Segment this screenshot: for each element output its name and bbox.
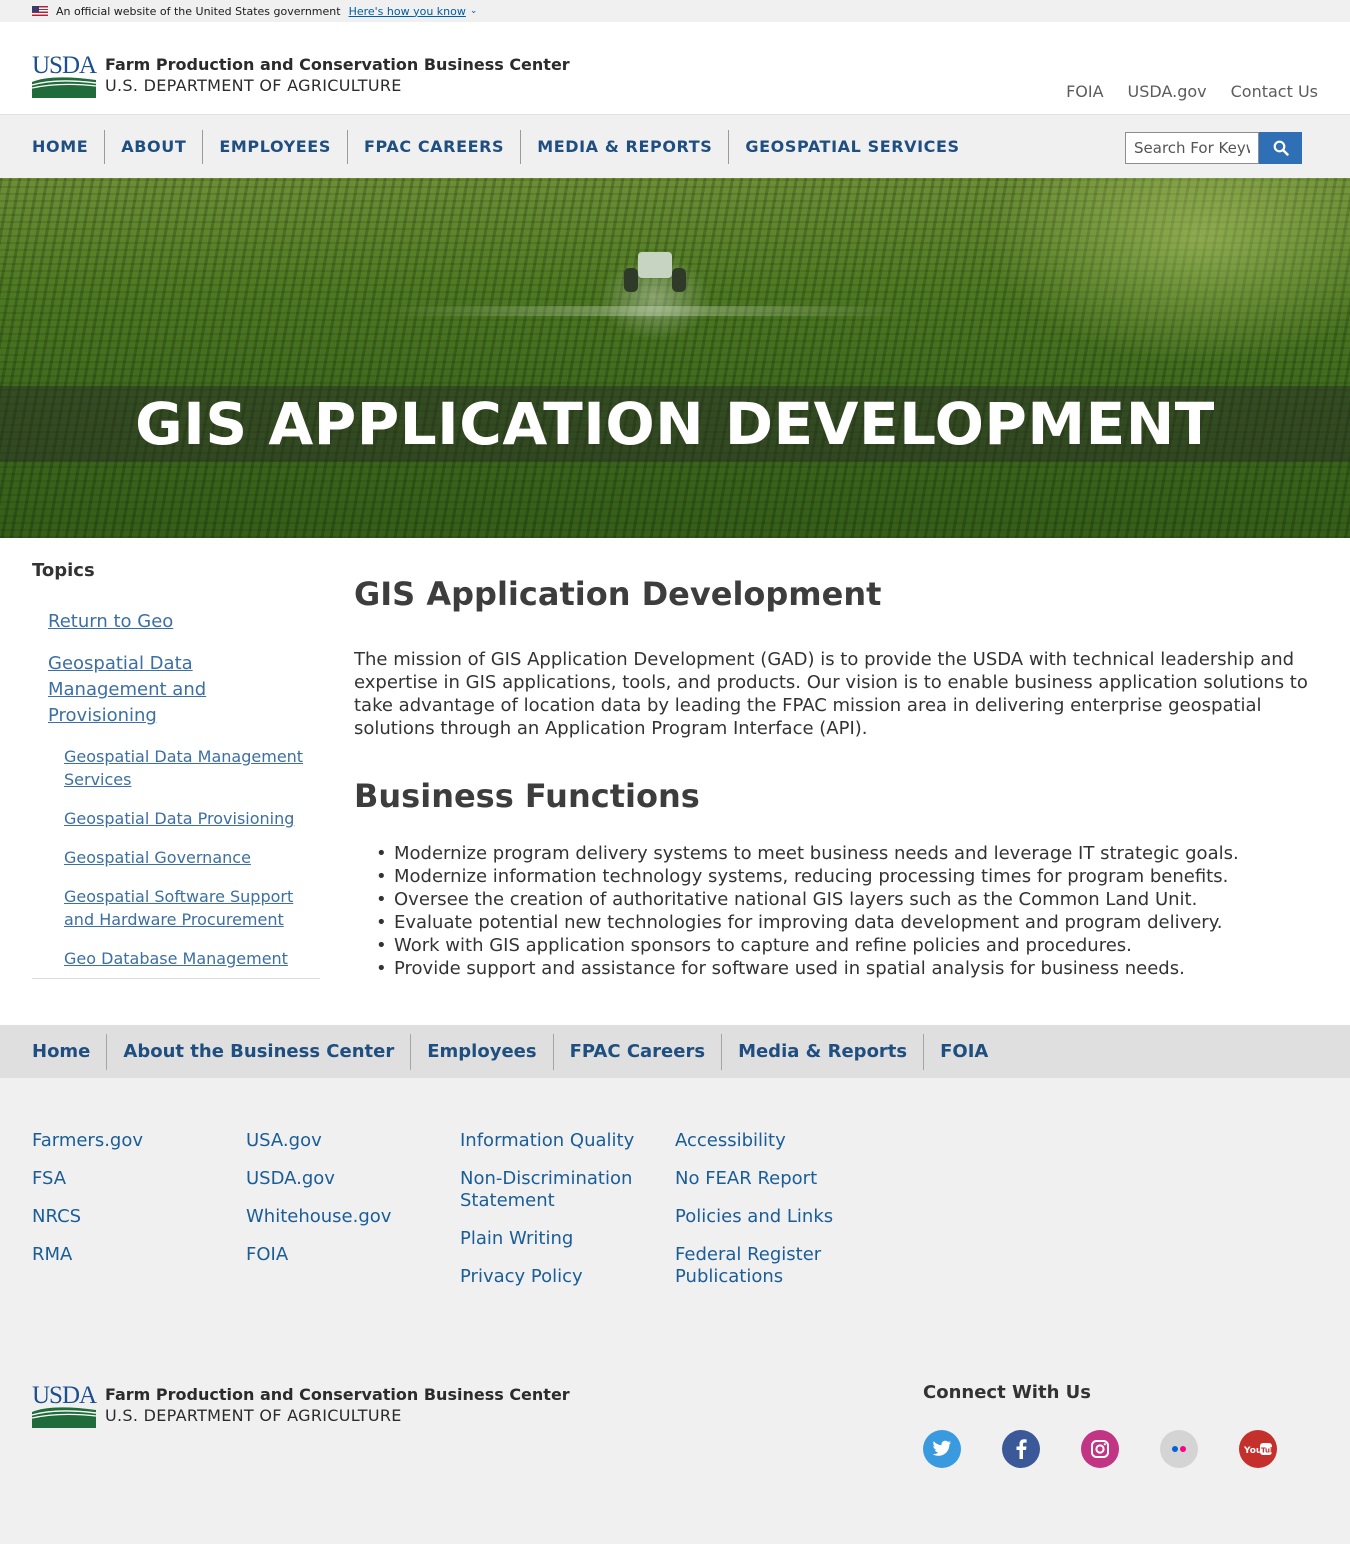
site-subtitle: U.S. DEPARTMENT OF AGRICULTURE bbox=[105, 76, 402, 95]
footer-nav-media-reports[interactable]: Media & Reports bbox=[721, 1033, 923, 1070]
footer-link[interactable]: RMA bbox=[32, 1244, 232, 1266]
footer-link[interactable]: Farmers.gov bbox=[32, 1130, 232, 1152]
list-item: Provide support and assistance for softw… bbox=[376, 957, 1320, 980]
mission-paragraph: The mission of GIS Application Developme… bbox=[354, 649, 1308, 739]
footer-site-subtitle: U.S. DEPARTMENT OF AGRICULTURE bbox=[105, 1406, 402, 1425]
sidebar-item-geospatial-data-management[interactable]: Geospatial Data Management and Provision… bbox=[32, 651, 232, 729]
footer-nav: Home About the Business Center Employees… bbox=[0, 1025, 1350, 1078]
footer-link[interactable]: Federal Register Publications bbox=[675, 1244, 865, 1288]
footer-site-title: Farm Production and Conservation Busines… bbox=[105, 1385, 570, 1404]
footer-link[interactable]: Policies and Links bbox=[675, 1206, 865, 1228]
footer-link[interactable]: FOIA bbox=[246, 1244, 446, 1266]
business-functions-heading: Business Functions bbox=[354, 777, 700, 815]
site-header: USDA Farm Production and Conservation Bu… bbox=[0, 22, 1350, 114]
footer-link[interactable]: Information Quality bbox=[460, 1130, 650, 1152]
svg-text:Tube: Tube bbox=[1261, 1447, 1273, 1455]
flickr-icon[interactable] bbox=[1160, 1430, 1198, 1468]
gov-banner-text: An official website of the United States… bbox=[56, 4, 341, 18]
heres-how-you-know-link[interactable]: Here's how you know bbox=[349, 5, 466, 18]
social-links: YouTube bbox=[923, 1430, 1277, 1468]
gov-banner: An official website of the United States… bbox=[0, 0, 1350, 22]
footer-nav-about[interactable]: About the Business Center bbox=[106, 1033, 410, 1070]
footer-link[interactable]: Plain Writing bbox=[460, 1228, 650, 1250]
svg-text:You: You bbox=[1243, 1446, 1262, 1456]
sidebar-divider bbox=[32, 978, 320, 979]
footer-link[interactable]: USA.gov bbox=[246, 1130, 446, 1152]
footer-col-gov: USA.gov USDA.gov Whitehouse.gov FOIA bbox=[246, 1130, 446, 1282]
footer-link[interactable]: Whitehouse.gov bbox=[246, 1206, 446, 1228]
footer-link[interactable]: Accessibility bbox=[675, 1130, 865, 1152]
connect-with-us: Connect With Us YouTube bbox=[923, 1382, 1277, 1468]
footer-nav-home[interactable]: Home bbox=[32, 1034, 106, 1070]
usda-hills-icon bbox=[32, 77, 96, 98]
sidebar-heading: Topics bbox=[32, 560, 95, 581]
sidebar-subitem-data-management-services[interactable]: Geospatial Data Management Services bbox=[32, 745, 307, 791]
search-form bbox=[1125, 132, 1302, 164]
list-item: Work with GIS application sponsors to ca… bbox=[376, 934, 1320, 957]
sidebar-subitem-software-support[interactable]: Geospatial Software Support and Hardware… bbox=[32, 885, 307, 931]
search-icon bbox=[1273, 140, 1289, 156]
util-link-usda-gov[interactable]: USDA.gov bbox=[1128, 82, 1207, 101]
search-input[interactable] bbox=[1125, 132, 1259, 164]
page-title: GIS Application Development bbox=[354, 575, 882, 613]
list-item: Modernize program delivery systems to me… bbox=[376, 842, 1320, 865]
content-area: Topics Return to Geo Geospatial Data Man… bbox=[0, 538, 1350, 1025]
util-link-foia[interactable]: FOIA bbox=[1066, 82, 1103, 101]
main-nav: HOME ABOUT EMPLOYEES FPAC CAREERS MEDIA … bbox=[0, 114, 1350, 178]
footer-link[interactable]: Privacy Policy bbox=[460, 1266, 650, 1288]
hero-title: GIS APPLICATION DEVELOPMENT bbox=[135, 390, 1215, 458]
usda-logo[interactable]: USDA Farm Production and Conservation Bu… bbox=[32, 52, 570, 98]
search-button[interactable] bbox=[1259, 132, 1302, 164]
usda-logo-mark: USDA bbox=[32, 1382, 97, 1428]
footer: Farmers.gov FSA NRCS RMA USA.gov USDA.go… bbox=[0, 1078, 1350, 1544]
connect-heading: Connect With Us bbox=[923, 1382, 1091, 1403]
list-item: Modernize information technology systems… bbox=[376, 865, 1320, 888]
util-link-contact-us[interactable]: Contact Us bbox=[1231, 82, 1318, 101]
topics-sidebar: Topics Return to Geo Geospatial Data Man… bbox=[32, 560, 320, 979]
footer-col-agencies: Farmers.gov FSA NRCS RMA bbox=[32, 1130, 232, 1282]
business-functions-list: Modernize program delivery systems to me… bbox=[354, 842, 1320, 980]
youtube-icon[interactable]: YouTube bbox=[1239, 1430, 1277, 1468]
usda-hills-icon bbox=[32, 1407, 96, 1428]
footer-nav-foia[interactable]: FOIA bbox=[923, 1033, 1004, 1070]
usda-logo-mark: USDA bbox=[32, 52, 97, 98]
footer-nav-fpac-careers[interactable]: FPAC Careers bbox=[552, 1033, 721, 1070]
nav-item-about[interactable]: ABOUT bbox=[104, 129, 202, 164]
footer-col-policies: Information Quality Non-Discrimination S… bbox=[460, 1130, 650, 1304]
nav-item-fpac-careers[interactable]: FPAC CAREERS bbox=[346, 129, 520, 164]
nav-item-media-reports[interactable]: MEDIA & REPORTS bbox=[520, 129, 728, 164]
nav-item-home[interactable]: HOME bbox=[32, 130, 104, 164]
sidebar-item-return-to-geo[interactable]: Return to Geo bbox=[32, 609, 232, 635]
list-item: Evaluate potential new technologies for … bbox=[376, 911, 1320, 934]
list-item: Oversee the creation of authoritative na… bbox=[376, 888, 1320, 911]
nav-item-employees[interactable]: EMPLOYEES bbox=[202, 129, 347, 164]
hero-banner: GIS APPLICATION DEVELOPMENT bbox=[0, 178, 1350, 538]
usda-wordmark: USDA bbox=[32, 52, 97, 79]
us-flag-icon bbox=[32, 6, 48, 16]
nav-item-geospatial-services[interactable]: GEOSPATIAL SERVICES bbox=[728, 129, 975, 164]
hero-spray-image bbox=[390, 306, 910, 316]
footer-link[interactable]: FSA bbox=[32, 1168, 232, 1190]
twitter-icon[interactable] bbox=[923, 1430, 961, 1468]
footer-usda-logo[interactable]: USDA Farm Production and Conservation Bu… bbox=[32, 1382, 570, 1428]
facebook-icon[interactable] bbox=[1002, 1430, 1040, 1468]
footer-col-legal: Accessibility No FEAR Report Policies an… bbox=[675, 1130, 865, 1304]
hero-tractor-image bbox=[620, 248, 690, 303]
footer-link[interactable]: No FEAR Report bbox=[675, 1168, 865, 1190]
footer-link[interactable]: USDA.gov bbox=[246, 1168, 446, 1190]
main-content: GIS Application Development The mission … bbox=[354, 574, 1320, 980]
chevron-down-icon[interactable]: ⌄ bbox=[470, 6, 478, 16]
sidebar-subitem-governance[interactable]: Geospatial Governance bbox=[32, 846, 307, 869]
sidebar-subitem-geo-database-management[interactable]: Geo Database Management bbox=[32, 947, 307, 970]
footer-link[interactable]: NRCS bbox=[32, 1206, 232, 1228]
instagram-icon[interactable] bbox=[1081, 1430, 1119, 1468]
sidebar-subitem-data-provisioning[interactable]: Geospatial Data Provisioning bbox=[32, 807, 307, 830]
footer-link[interactable]: Non-Discrimination Statement bbox=[460, 1168, 650, 1212]
footer-nav-employees[interactable]: Employees bbox=[410, 1033, 552, 1070]
utility-links: FOIA USDA.gov Contact Us bbox=[1066, 82, 1318, 101]
site-title: Farm Production and Conservation Busines… bbox=[105, 55, 570, 74]
usda-wordmark: USDA bbox=[32, 1382, 97, 1409]
